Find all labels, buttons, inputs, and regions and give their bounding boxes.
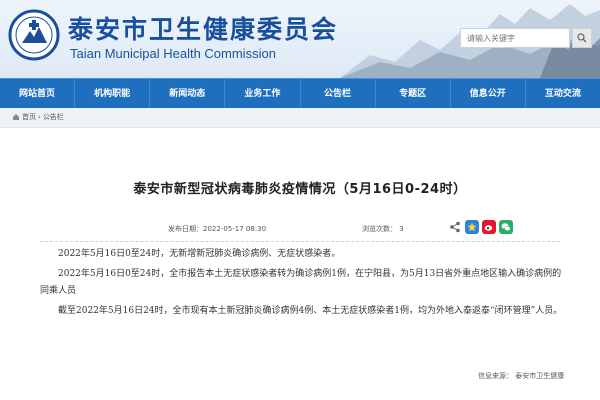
article-title: 泰安市新型冠状病毒肺炎疫情情况（5月16日0-24时） — [133, 182, 467, 197]
site-header: 泰安市卫生健康委员会 Taian Municipal Health Commis… — [0, 0, 600, 78]
nav-item-news[interactable]: 新闻动态 — [150, 79, 226, 108]
home-icon — [13, 114, 19, 120]
breadcrumb-bar: 首页 › 公告栏 — [0, 108, 600, 128]
article-body: 2022年5月16日0至24时，无新增新冠肺炎确诊病例、无症状感染者。 2022… — [40, 246, 564, 323]
breadcrumb-current[interactable]: 公告栏 — [43, 112, 64, 122]
article-paragraph: 截至2022年5月16日24时，全市现有本土新冠肺炎确诊病例4例、本土无症状感染… — [58, 306, 563, 316]
qzone-icon[interactable] — [465, 220, 479, 234]
wechat-icon[interactable] — [499, 220, 513, 234]
nav-item-notices[interactable]: 公告栏 — [301, 79, 376, 108]
publish-date: 发布日期：2022-05-17 08:30 — [168, 225, 267, 233]
nav-item-interaction[interactable]: 互动交流 — [526, 79, 600, 108]
search-icon — [577, 33, 587, 43]
share-bar — [448, 220, 513, 234]
search-button[interactable] — [572, 28, 592, 48]
article-meta: 发布日期：2022-05-17 08:30 浏览次数： 3 — [40, 220, 560, 242]
view-count: 浏览次数： 3 — [362, 225, 404, 233]
nav-item-topics[interactable]: 专题区 — [376, 79, 451, 108]
main-nav: 网站首页 机构职能 新闻动态 业务工作 公告栏 专题区 信息公开 互动交流 — [0, 78, 600, 108]
article-paragraph: 2022年5月16日0至24时，无新增新冠肺炎确诊病例、无症状感染者。 — [58, 249, 341, 259]
breadcrumb-separator: › — [38, 113, 41, 121]
nav-item-work[interactable]: 业务工作 — [225, 79, 301, 108]
site-title: 泰安市卫生健康委员会 — [68, 15, 339, 44]
nav-item-functions[interactable]: 机构职能 — [75, 79, 151, 108]
article-panel: 泰安市新型冠状病毒肺炎疫情情况（5月16日0-24时） 发布日期：2022-05… — [0, 150, 600, 400]
site-subtitle: Taian Municipal Health Commission — [70, 46, 276, 61]
share-icon[interactable] — [448, 220, 462, 234]
breadcrumb: 首页 › 公告栏 — [12, 112, 64, 122]
weibo-icon[interactable] — [482, 220, 496, 234]
nav-item-disclosure[interactable]: 信息公开 — [451, 79, 526, 108]
article-paragraph: 2022年5月16日0至24时，全市报告本土无症状感染者转为确诊病例1例，在宁阳… — [40, 269, 562, 296]
nav-item-home[interactable]: 网站首页 — [0, 79, 76, 108]
info-source: 信息来源： 泰安市卫生健康 — [478, 372, 565, 380]
breadcrumb-home[interactable]: 首页 — [22, 112, 36, 122]
search-input[interactable] — [460, 28, 570, 48]
emblem-logo-icon — [8, 9, 60, 61]
